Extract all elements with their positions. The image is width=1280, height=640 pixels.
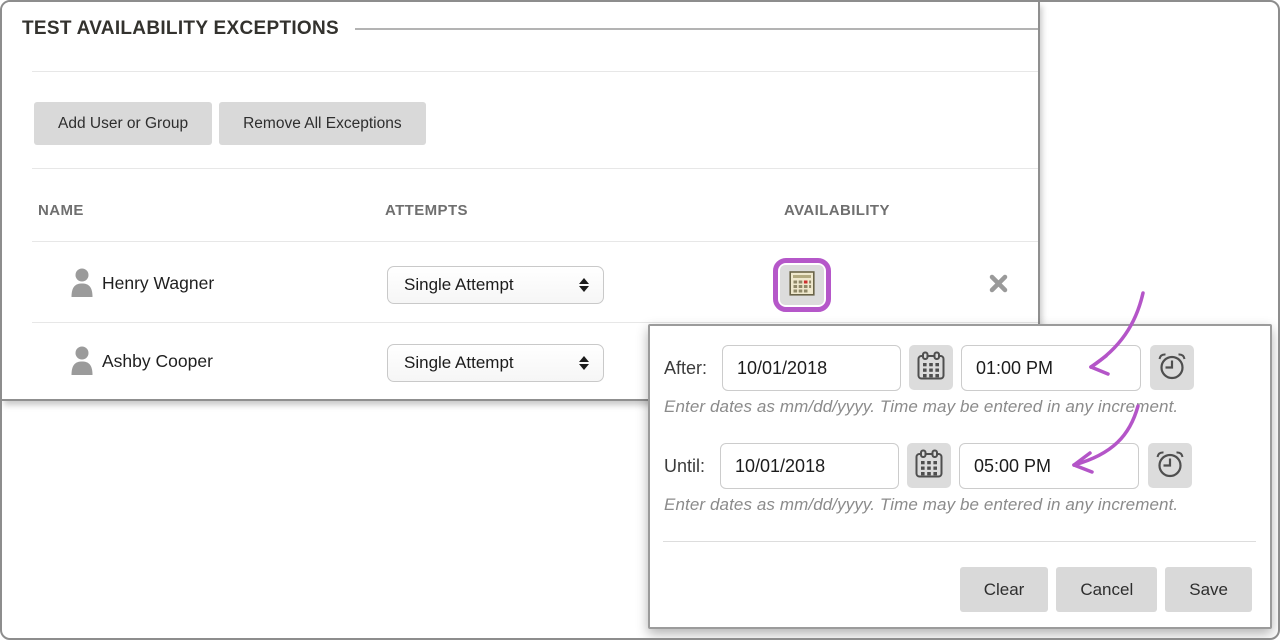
toolbar: Add User or Group Remove All Exceptions xyxy=(34,102,426,145)
after-time-clock-button[interactable] xyxy=(1150,345,1194,390)
attempts-select[interactable]: Single Attempt xyxy=(387,344,604,382)
header-underline-divider xyxy=(32,241,1038,242)
row-divider xyxy=(32,322,1038,323)
after-date-input[interactable] xyxy=(722,345,901,391)
calendar-icon xyxy=(916,351,946,384)
page-title: TEST AVAILABILITY EXCEPTIONS xyxy=(22,18,339,40)
title-rule-divider xyxy=(355,28,1038,30)
popup-footer: Clear Cancel Save xyxy=(960,567,1252,612)
remove-x-icon[interactable] xyxy=(989,274,1008,298)
clock-icon xyxy=(1157,351,1187,384)
after-date-calendar-button[interactable] xyxy=(909,345,953,390)
attempts-select[interactable]: Single Attempt xyxy=(387,266,604,304)
calendar-icon xyxy=(914,449,944,482)
date-format-helper-text: Enter dates as mm/dd/yyyy. Time may be e… xyxy=(664,495,1178,515)
attempts-select-value: Single Attempt xyxy=(404,353,514,373)
remove-all-exceptions-button[interactable]: Remove All Exceptions xyxy=(219,102,426,145)
availability-highlight-ring xyxy=(773,258,831,312)
column-header-availability: AVAILABILITY xyxy=(784,202,890,219)
column-header-name: NAME xyxy=(38,202,84,219)
save-button[interactable]: Save xyxy=(1165,567,1252,612)
until-date-calendar-button[interactable] xyxy=(907,443,951,488)
clear-button[interactable]: Clear xyxy=(960,567,1049,612)
until-label: Until: xyxy=(664,443,705,489)
until-date-input[interactable] xyxy=(720,443,899,489)
add-user-or-group-button[interactable]: Add User or Group xyxy=(34,102,212,145)
title-row: TEST AVAILABILITY EXCEPTIONS xyxy=(22,18,1038,40)
availability-calendar-button[interactable] xyxy=(780,265,824,305)
screenshot-frame: TEST AVAILABILITY EXCEPTIONS Add User or… xyxy=(0,0,1280,640)
date-format-helper-text: Enter dates as mm/dd/yyyy. Time may be e… xyxy=(664,397,1178,417)
row-name: Henry Wagner xyxy=(102,273,214,294)
section-divider xyxy=(32,71,1038,72)
until-time-input[interactable] xyxy=(959,443,1139,489)
row-name: Ashby Cooper xyxy=(102,351,213,372)
attempts-select-value: Single Attempt xyxy=(404,275,514,295)
after-label: After: xyxy=(664,345,707,391)
clock-icon xyxy=(1155,449,1185,482)
table-top-divider xyxy=(32,168,1038,169)
availability-calendar-icon xyxy=(789,270,815,301)
user-silhouette-icon xyxy=(70,345,94,380)
column-header-attempts: ATTEMPTS xyxy=(385,202,468,219)
until-time-clock-button[interactable] xyxy=(1148,443,1192,488)
user-silhouette-icon xyxy=(70,267,94,302)
cancel-button[interactable]: Cancel xyxy=(1056,567,1157,612)
select-updown-icon xyxy=(579,356,589,370)
availability-date-picker-popup: After: xyxy=(648,324,1272,629)
select-updown-icon xyxy=(579,278,589,292)
after-time-input[interactable] xyxy=(961,345,1141,391)
popup-footer-divider xyxy=(663,541,1256,542)
